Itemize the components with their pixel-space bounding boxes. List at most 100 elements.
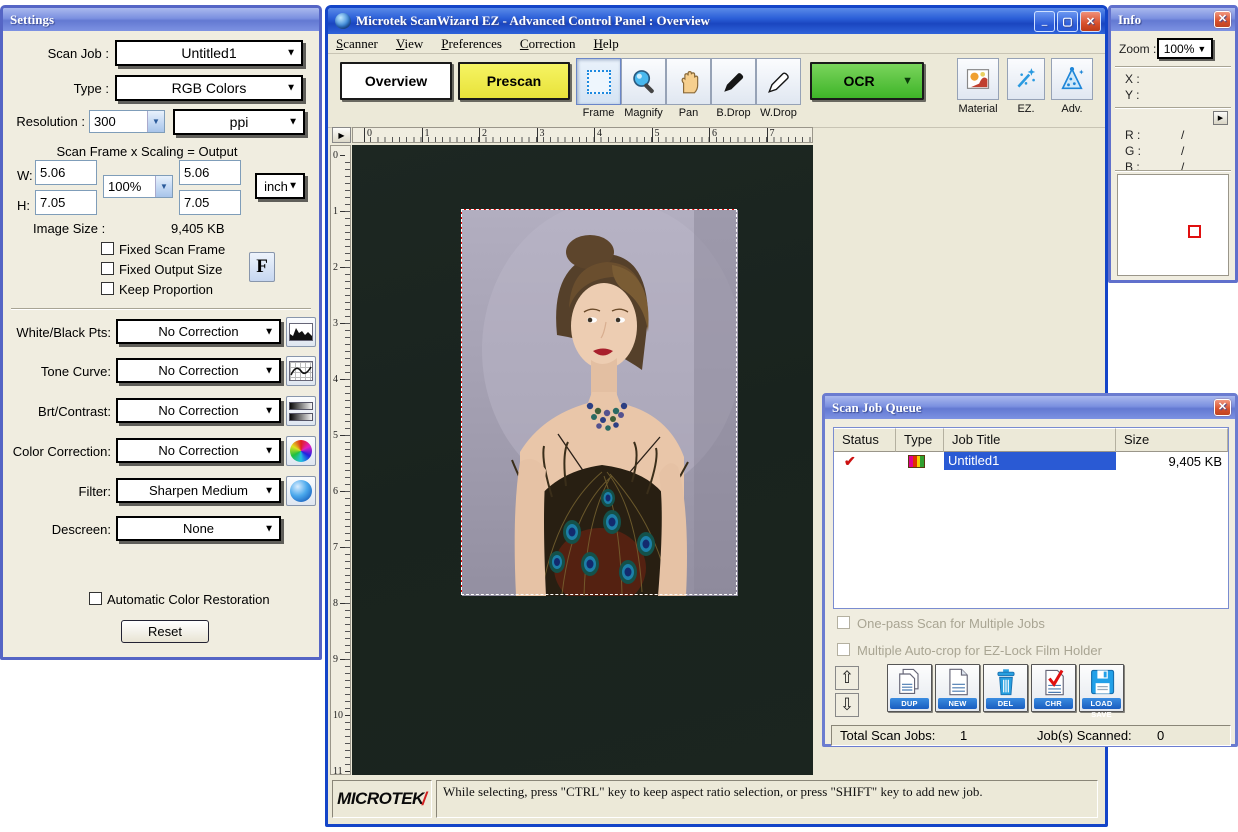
queue-title: Scan Job Queue bbox=[832, 400, 922, 416]
zoom-value: 100% bbox=[1164, 42, 1195, 56]
ruler-origin-button[interactable]: ▶ bbox=[332, 127, 351, 143]
tone-curve-dropdown[interactable]: No Correction▼ bbox=[116, 358, 281, 383]
queue-close-button[interactable]: ✕ bbox=[1214, 399, 1231, 416]
color-correction-button[interactable] bbox=[286, 436, 316, 466]
output-height-input[interactable] bbox=[179, 190, 241, 215]
info-titlebar[interactable]: Info ✕ bbox=[1111, 8, 1235, 31]
keep-proportion-checkbox[interactable] bbox=[101, 282, 114, 295]
white-black-pts-dropdown[interactable]: No Correction▼ bbox=[116, 319, 281, 344]
fixed-output-size-checkbox[interactable] bbox=[101, 262, 114, 275]
jobs-scanned-value: 0 bbox=[1157, 728, 1164, 743]
scaling-combo-arrow-icon[interactable]: ▼ bbox=[155, 176, 172, 197]
main-titlebar[interactable]: Microtek ScanWizard EZ - Advanced Contro… bbox=[328, 8, 1105, 34]
move-job-down-button[interactable]: ⇩ bbox=[835, 693, 859, 717]
tone-curve-button[interactable] bbox=[286, 356, 316, 386]
auto-color-restoration-checkbox[interactable] bbox=[89, 592, 102, 605]
zoom-dropdown[interactable]: 100% ▼ bbox=[1157, 38, 1213, 59]
black-dropper-tool-button[interactable] bbox=[711, 58, 756, 105]
close-button[interactable]: ✕ bbox=[1080, 11, 1101, 32]
pan-tool-button[interactable] bbox=[666, 58, 711, 105]
check-job-button[interactable]: CHR bbox=[1031, 664, 1076, 712]
resolution-combo-arrow-icon[interactable]: ▼ bbox=[147, 111, 164, 132]
menu-correction[interactable]: Correction bbox=[520, 36, 576, 52]
info-close-button[interactable]: ✕ bbox=[1214, 11, 1231, 28]
resolution-unit-dropdown[interactable]: ppi▼ bbox=[173, 109, 305, 135]
magnify-tool-button[interactable] bbox=[621, 58, 666, 105]
ruler-number: 0 bbox=[364, 128, 372, 142]
scan-job-queue-window: Scan Job Queue ✕ Status Type Job Title S… bbox=[822, 393, 1238, 747]
histogram-button[interactable] bbox=[286, 317, 316, 347]
menu-scanner[interactable]: Scanner bbox=[336, 36, 378, 52]
job-size-cell: 9,405 KB bbox=[1116, 454, 1228, 469]
scanned-photo[interactable] bbox=[461, 209, 737, 595]
one-pass-checkbox[interactable] bbox=[837, 616, 850, 629]
minimize-button[interactable]: _ bbox=[1034, 11, 1055, 32]
column-job-title[interactable]: Job Title bbox=[944, 428, 1116, 452]
move-job-up-button[interactable]: ⇧ bbox=[835, 666, 859, 690]
job-title-cell[interactable]: Untitled1 bbox=[944, 452, 1116, 470]
filter-dropdown[interactable]: Sharpen Medium▼ bbox=[116, 478, 281, 503]
brt-contrast-value: No Correction bbox=[158, 403, 238, 418]
dup-label: DUP bbox=[890, 698, 929, 709]
expand-button[interactable]: ▶ bbox=[1213, 111, 1228, 125]
ocr-button[interactable]: OCR ▼ bbox=[810, 62, 924, 100]
scan-preview-area[interactable] bbox=[352, 145, 813, 775]
load-save-button[interactable]: LOAD SAVE bbox=[1079, 664, 1124, 712]
y-label: Y : bbox=[1125, 88, 1139, 102]
total-scan-jobs-label: Total Scan Jobs: bbox=[840, 728, 935, 743]
ruler-number: 3 bbox=[537, 128, 545, 142]
material-button[interactable] bbox=[957, 58, 999, 100]
overview-button[interactable]: Overview bbox=[340, 62, 452, 100]
ruler-number: 6 bbox=[333, 486, 350, 497]
fixed-scan-frame-checkbox[interactable] bbox=[101, 242, 114, 255]
prescan-button[interactable]: Prescan bbox=[458, 62, 570, 100]
white-eyedropper-icon bbox=[766, 69, 792, 95]
multi-autocrop-checkbox[interactable] bbox=[837, 643, 850, 656]
column-size[interactable]: Size bbox=[1116, 428, 1228, 452]
scan-job-dropdown[interactable]: Untitled1▼ bbox=[115, 40, 303, 66]
menu-view[interactable]: View bbox=[396, 36, 423, 52]
ocr-dropdown-arrow-icon[interactable]: ▼ bbox=[902, 75, 913, 87]
settings-titlebar[interactable]: Settings bbox=[3, 8, 319, 31]
job-row[interactable]: ✔ Untitled1 9,405 KB bbox=[834, 452, 1228, 470]
frame-f-button[interactable]: F bbox=[249, 252, 275, 282]
brt-contrast-dropdown[interactable]: No Correction▼ bbox=[116, 398, 281, 423]
selection-indicator bbox=[1188, 225, 1201, 238]
resolution-combo[interactable]: 300 ▼ bbox=[89, 110, 165, 133]
descreen-dropdown[interactable]: None▼ bbox=[116, 516, 281, 541]
frame-tool-button[interactable] bbox=[576, 58, 621, 105]
width-label: W: bbox=[17, 168, 33, 183]
ez-button[interactable] bbox=[1007, 58, 1045, 100]
ruler-number: 5 bbox=[652, 128, 660, 142]
unit-dropdown[interactable]: inch▼ bbox=[255, 173, 305, 199]
white-dropper-tool-button[interactable] bbox=[756, 58, 801, 105]
scaling-combo[interactable]: 100% ▼ bbox=[103, 175, 173, 198]
output-width-input[interactable] bbox=[179, 160, 241, 185]
column-status[interactable]: Status bbox=[834, 428, 896, 452]
tone-curve-label: Tone Curve: bbox=[3, 364, 111, 379]
r-value: / bbox=[1181, 128, 1184, 142]
ruler-number: 1 bbox=[422, 128, 430, 142]
scan-job-value: Untitled1 bbox=[181, 45, 236, 61]
settings-window: Settings Scan Job : Untitled1▼ Type : RG… bbox=[0, 5, 322, 660]
maximize-button[interactable]: ▢ bbox=[1057, 11, 1078, 32]
filter-button[interactable] bbox=[286, 476, 316, 506]
duplicate-job-button[interactable]: DUP bbox=[887, 664, 932, 712]
menu-preferences[interactable]: Preferences bbox=[441, 36, 502, 52]
delete-job-button[interactable]: DEL bbox=[983, 664, 1028, 712]
menu-help[interactable]: Help bbox=[594, 36, 619, 52]
column-type[interactable]: Type bbox=[896, 428, 944, 452]
color-correction-value: No Correction bbox=[158, 443, 238, 458]
reset-button[interactable]: Reset bbox=[121, 620, 209, 643]
scan-width-input[interactable] bbox=[35, 160, 97, 185]
queue-titlebar[interactable]: Scan Job Queue ✕ bbox=[825, 396, 1235, 419]
brt-contrast-button[interactable] bbox=[286, 396, 316, 426]
scan-height-input[interactable] bbox=[35, 190, 97, 215]
new-job-button[interactable]: NEW bbox=[935, 664, 980, 712]
adv-button[interactable] bbox=[1051, 58, 1093, 100]
color-correction-dropdown[interactable]: No Correction▼ bbox=[116, 438, 281, 463]
info-preview-box bbox=[1117, 174, 1229, 276]
type-dropdown[interactable]: RGB Colors▼ bbox=[115, 75, 303, 101]
ruler-number: 2 bbox=[479, 128, 487, 142]
fixed-scan-frame-label: Fixed Scan Frame bbox=[119, 242, 225, 257]
